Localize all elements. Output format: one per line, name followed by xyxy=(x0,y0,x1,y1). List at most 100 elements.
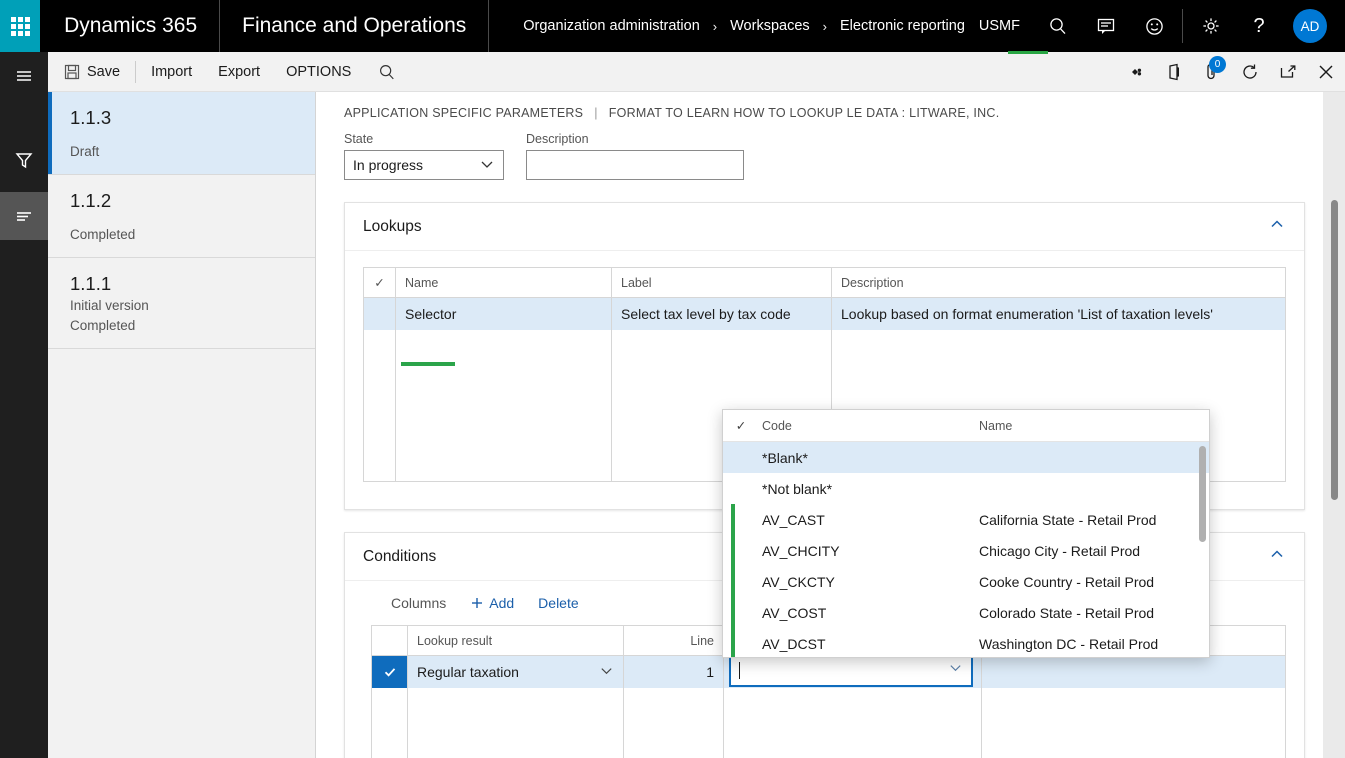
lookups-header: Lookups xyxy=(345,203,1304,251)
import-button[interactable]: Import xyxy=(138,52,205,92)
row-accent-indicator xyxy=(731,628,735,658)
avatar[interactable]: AD xyxy=(1293,9,1327,43)
delete-button[interactable]: Delete xyxy=(528,589,588,617)
popup-column-header-name[interactable]: Name xyxy=(979,419,1209,433)
smiley-icon[interactable] xyxy=(1130,0,1178,52)
breadcrumb-item-electronic-reporting[interactable]: Electronic reporting xyxy=(840,18,965,34)
column-header-name[interactable]: Name xyxy=(396,268,612,298)
application-root: Dynamics 365 Finance and Operations Orga… xyxy=(0,0,1345,758)
breadcrumb-separator-icon: › xyxy=(810,19,840,34)
select-all-checkbox[interactable]: ✓ xyxy=(364,268,396,298)
popup-select-all-checkbox[interactable]: ✓ xyxy=(723,418,759,433)
popout-icon[interactable] xyxy=(1269,52,1307,92)
feedback-icon[interactable] xyxy=(1082,0,1130,52)
share-icon[interactable] xyxy=(1117,52,1155,92)
close-icon[interactable] xyxy=(1307,52,1345,92)
attachment-icon[interactable]: 0 xyxy=(1193,52,1231,92)
brand-product-name[interactable]: Finance and Operations xyxy=(220,0,489,52)
app-launcher-button[interactable] xyxy=(0,0,40,52)
command-bar-right-actions: 0 xyxy=(1117,52,1345,92)
chevron-up-icon[interactable] xyxy=(1268,215,1286,238)
breadcrumb-item-organization-administration[interactable]: Organization administration xyxy=(523,18,700,34)
popup-cell-name: Colorado State - Retail Prod xyxy=(979,605,1209,621)
popup-header-row: ✓ Code Name xyxy=(723,410,1209,442)
list-item[interactable]: AV_DCST Washington DC - Retail Prod xyxy=(723,628,1209,658)
popup-cell-code: AV_CKCTY xyxy=(759,574,979,590)
popup-cell-code: *Not blank* xyxy=(759,481,979,497)
cell-line[interactable]: 1 xyxy=(624,656,724,688)
list-item[interactable]: *Not blank* xyxy=(723,473,1209,504)
company-selector[interactable]: USMF xyxy=(965,18,1034,34)
list-view-icon[interactable] xyxy=(0,192,48,240)
column-header-description[interactable]: Description xyxy=(832,268,1286,298)
empty-cell xyxy=(372,688,408,758)
list-item[interactable]: *Blank* xyxy=(723,442,1209,473)
row-accent-indicator xyxy=(731,504,735,535)
row-checkbox[interactable] xyxy=(364,298,396,330)
list-item[interactable]: AV_CAST California State - Retail Prod xyxy=(723,504,1209,535)
popup-cell-code: AV_COST xyxy=(759,605,979,621)
cell-lookup-result[interactable]: Regular taxation xyxy=(408,656,624,688)
page-scrollbar-thumb[interactable] xyxy=(1331,200,1338,500)
popup-cell-name: Cooke Country - Retail Prod xyxy=(979,574,1209,590)
column-header-lookup-result[interactable]: Lookup result xyxy=(408,626,624,656)
list-item[interactable]: AV_CHCITY Chicago City - Retail Prod xyxy=(723,535,1209,566)
breadcrumb-application-specific-parameters[interactable]: APPLICATION SPECIFIC PARAMETERS xyxy=(344,106,583,120)
options-button[interactable]: OPTIONS xyxy=(273,52,364,92)
empty-cell xyxy=(982,688,1286,758)
add-button[interactable]: Add xyxy=(460,589,524,617)
popup-scrollbar-thumb[interactable] xyxy=(1199,446,1206,542)
page-breadcrumb: APPLICATION SPECIFIC PARAMETERS | FORMAT… xyxy=(316,92,1345,120)
cell-description[interactable]: Lookup based on format enumeration 'List… xyxy=(832,298,1286,330)
office-app-icon[interactable] xyxy=(1155,52,1193,92)
brand-dynamics365[interactable]: Dynamics 365 xyxy=(40,0,220,52)
lookup-dropdown-popup[interactable]: ✓ Code Name *Blank* *Not blank* AV_CAST … xyxy=(722,409,1210,658)
description-input[interactable] xyxy=(526,150,744,180)
conditions-title: Conditions xyxy=(363,548,436,566)
column-header-label[interactable]: Label xyxy=(612,268,832,298)
lookup-value-input[interactable] xyxy=(729,653,973,687)
top-nav-actions: USMF ? AD xyxy=(965,0,1345,52)
table-row-empty xyxy=(372,688,1286,758)
state-select[interactable]: In progress xyxy=(344,150,504,180)
chevron-down-icon xyxy=(599,663,614,681)
cell-label[interactable]: Select tax level by tax code xyxy=(612,298,832,330)
top-navigation-bar: Dynamics 365 Finance and Operations Orga… xyxy=(0,0,1345,52)
help-icon[interactable]: ? xyxy=(1235,0,1283,52)
command-search-icon[interactable] xyxy=(364,52,410,92)
version-status: Completed xyxy=(70,225,315,245)
cell-name[interactable]: Selector xyxy=(396,298,612,330)
export-button[interactable]: Export xyxy=(205,52,273,92)
chevron-down-icon[interactable] xyxy=(948,660,963,680)
version-item-1-1-1[interactable]: 1.1.1 Initial version Completed xyxy=(48,258,315,349)
column-header-line[interactable]: Line xyxy=(624,626,724,656)
row-accent-indicator xyxy=(731,535,735,566)
empty-cell xyxy=(364,330,396,482)
select-all-checkbox[interactable] xyxy=(372,626,408,656)
popup-cell-code: AV_CAST xyxy=(759,512,979,528)
chevron-up-icon[interactable] xyxy=(1268,545,1286,568)
filter-icon[interactable] xyxy=(0,136,48,184)
page-scrollbar-track[interactable] xyxy=(1323,92,1345,758)
table-row[interactable]: Selector Select tax level by tax code Lo… xyxy=(364,298,1286,330)
popup-cell-code: AV_CHCITY xyxy=(759,543,979,559)
row-checkbox[interactable] xyxy=(372,656,408,688)
list-item[interactable]: AV_COST Colorado State - Retail Prod xyxy=(723,597,1209,628)
breadcrumb-item-workspaces[interactable]: Workspaces xyxy=(730,18,810,34)
search-icon[interactable] xyxy=(1034,0,1082,52)
popup-cell-code: AV_DCST xyxy=(759,636,979,652)
save-button[interactable]: Save xyxy=(48,52,133,92)
version-item-1-1-3[interactable]: 1.1.3 Draft xyxy=(48,92,315,175)
columns-button[interactable]: Columns xyxy=(381,589,456,617)
version-item-1-1-2[interactable]: 1.1.2 Completed xyxy=(48,175,315,258)
gear-icon[interactable] xyxy=(1187,0,1235,52)
command-divider xyxy=(135,61,136,83)
list-item[interactable]: AV_CKCTY Cooke Country - Retail Prod xyxy=(723,566,1209,597)
popup-column-header-code[interactable]: Code xyxy=(759,419,979,433)
refresh-icon[interactable] xyxy=(1231,52,1269,92)
hamburger-menu-icon[interactable] xyxy=(0,52,48,100)
header-fields: State In progress Description xyxy=(316,120,1345,180)
save-icon xyxy=(64,64,80,80)
version-number: 1.1.1 xyxy=(70,272,315,296)
lookups-header-row: ✓ Name Label Description xyxy=(364,268,1286,298)
